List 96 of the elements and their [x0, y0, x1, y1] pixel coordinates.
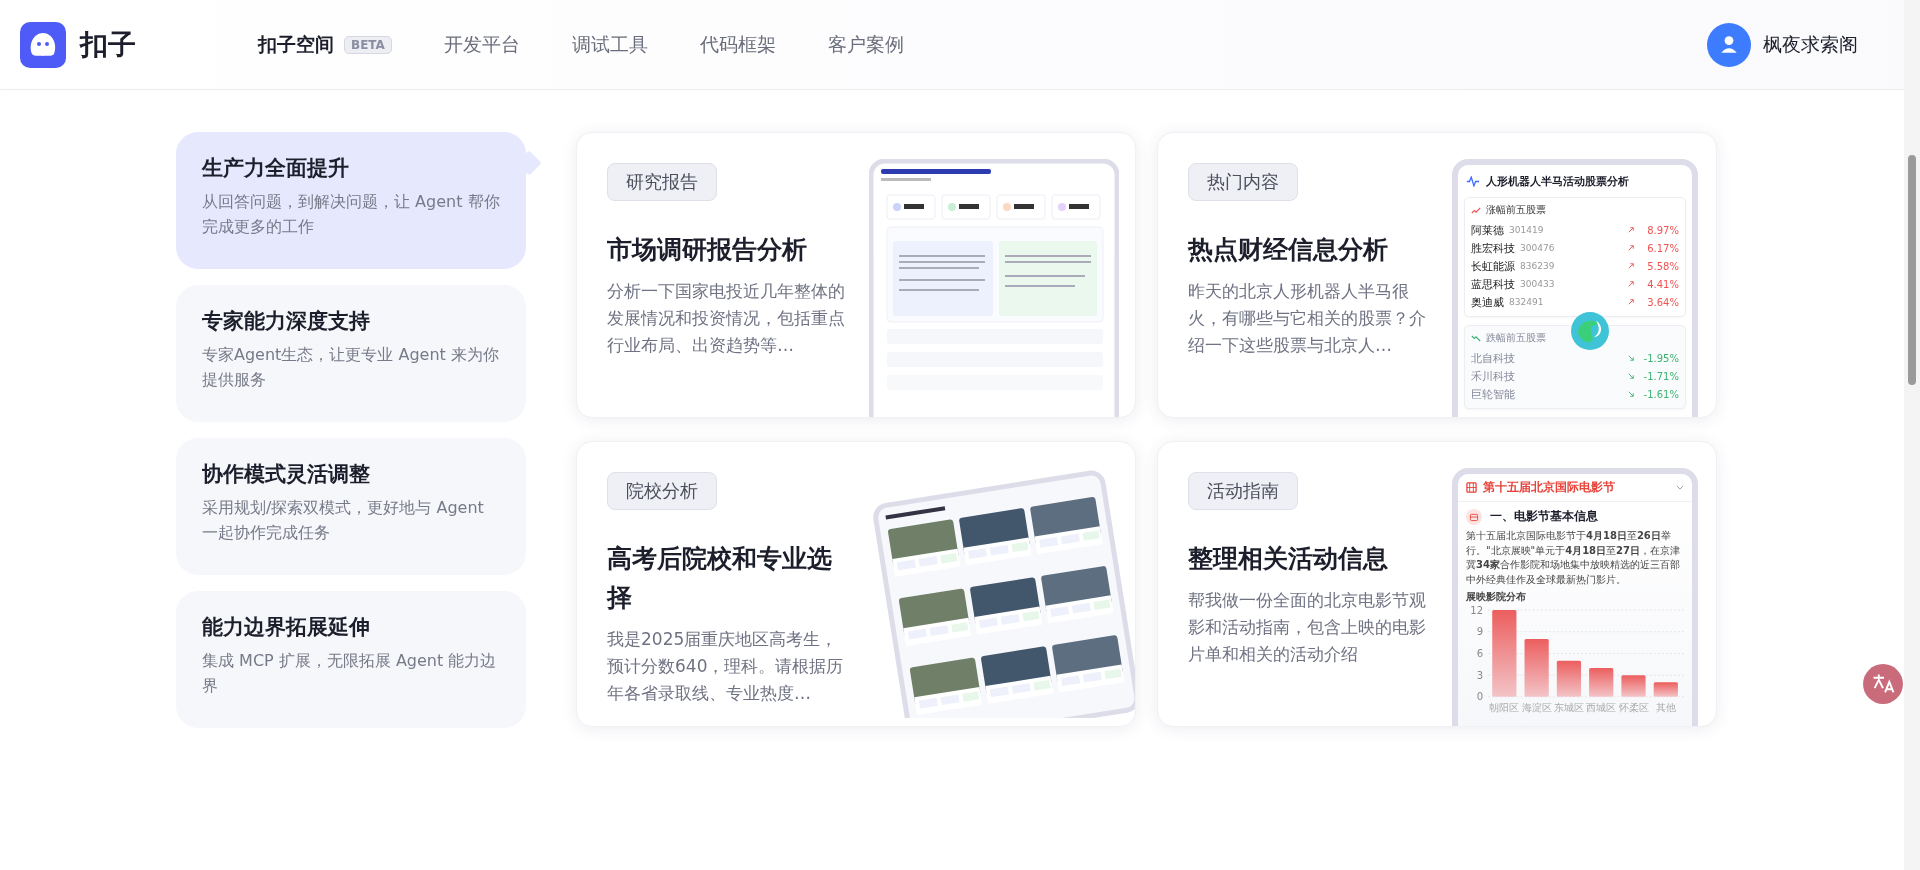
- arrow-icon: [1628, 299, 1634, 305]
- logo-text[interactable]: 扣子: [80, 25, 136, 64]
- stock-change: 5.58%: [1646, 260, 1679, 272]
- stock-name: 巨轮智能: [1471, 386, 1515, 402]
- case-description: 分析一下国家电投近几年整体的发展情况和投资情况，包括重点行业布局、出资趋势等…: [607, 279, 846, 358]
- chart-bar: [1524, 639, 1549, 697]
- feature-item[interactable]: 专家能力深度支持 专家Agent生态，让更专业 Agent 来为你提供服务: [176, 285, 526, 422]
- logo-icon[interactable]: [20, 21, 66, 68]
- stock-name: 阿莱德: [1471, 222, 1504, 238]
- case-tag: 院校分析: [607, 472, 717, 510]
- axis-category-label: 朝阳区: [1489, 701, 1520, 713]
- arrow-icon: [1628, 391, 1634, 397]
- chevron-down-icon[interactable]: [1676, 485, 1684, 490]
- case-tag: 研究报告: [607, 163, 717, 201]
- scrollbar[interactable]: [1904, 0, 1920, 870]
- preview-title: 人形机器人半马活动股票分析: [1486, 174, 1629, 189]
- feature-item[interactable]: 协作模式灵活调整 采用规划/探索双模式，更好地与 Agent 一起协作完成任务: [176, 438, 526, 575]
- case-title: 热点财经信息分析: [1188, 234, 1389, 266]
- stock-change: -1.61%: [1642, 388, 1679, 400]
- case-description: 帮我做一份全面的北京电影节观影和活动指南，包含上映的电影片单和相关的活动介绍: [1188, 588, 1427, 667]
- chart-title: 展映影院分布: [1466, 590, 1527, 604]
- stock-list-title: 涨幅前五股票: [1486, 203, 1546, 217]
- feature-description: 集成 MCP 扩展，无限拓展 Agent 能力边界: [202, 650, 498, 697]
- film-icon: [1466, 482, 1477, 493]
- chart-bar: [1653, 682, 1678, 697]
- nav-tab[interactable]: 客户案例: [827, 31, 904, 58]
- feature-title: 生产力全面提升: [202, 155, 350, 182]
- stock-name: 奥迪威: [1471, 294, 1504, 310]
- stock-list-title: 跌幅前五股票: [1486, 331, 1546, 345]
- stock-code: 832491: [1509, 297, 1544, 307]
- axis-category-label: 西城区: [1586, 701, 1617, 713]
- pulse-icon: [1466, 176, 1480, 187]
- arrow-icon: [1628, 281, 1634, 287]
- feature-description: 采用规划/探索双模式，更好地与 Agent 一起协作完成任务: [202, 497, 485, 544]
- stock-change: 6.17%: [1646, 242, 1679, 254]
- case-tag: 活动指南: [1188, 472, 1298, 510]
- chart-bar: [1556, 660, 1582, 697]
- case-title: 市场调研报告分析: [607, 234, 808, 266]
- case-card[interactable]: 院校分析 高考后院校和专业选择 我是2025届重庆地区高考生，预计分数640，理科。请根据历年各省录取线、专业热度…: [576, 441, 1136, 727]
- chart-bar: [1621, 675, 1646, 697]
- user-name[interactable]: 枫夜求索阁: [1763, 31, 1858, 58]
- stock-change: 4.41%: [1646, 278, 1679, 290]
- avatar-icon[interactable]: [1707, 22, 1751, 67]
- axis-category-label: 海淀区: [1521, 701, 1552, 713]
- stock-name: 胜宏科技: [1471, 240, 1515, 256]
- calendar-icon: [1466, 508, 1482, 525]
- case-description: 昨天的北京人形机器人半马很火，有哪些与它相关的股票？介绍一下这些股票与北京人…: [1188, 279, 1427, 358]
- arrow-icon: [1628, 227, 1634, 233]
- axis-tick-label: 9: [1476, 626, 1484, 638]
- feature-title: 能力边界拓展延伸: [202, 614, 371, 641]
- arrow-icon: [1628, 355, 1634, 361]
- stock-change: 8.97%: [1646, 224, 1679, 236]
- stock-name: 禾川科技: [1471, 368, 1515, 384]
- nav-tab[interactable]: 代码框架: [699, 31, 776, 58]
- case-description: 我是2025届重庆地区高考生，预计分数640，理科。请根据历年各省录取线、专业热度…: [607, 627, 845, 705]
- axis-tick-label: 3: [1476, 669, 1484, 681]
- case-title: 整理相关活动信息: [1188, 543, 1389, 575]
- axis-tick-label: 12: [1470, 604, 1484, 616]
- arrow-icon: [1628, 263, 1634, 269]
- section-title: 一、电影节基本信息: [1490, 508, 1598, 525]
- stock-code: 836239: [1520, 261, 1555, 271]
- festival-paragraph: 第十五届北京国际电影节于4月18日至26日举行。"北京展映"单元于4月18日至27日，在京津冀34家合作影院和场地集中放映精选的近三百部中外经典佳作及全球最新热门影片。: [1466, 529, 1681, 587]
- preview-title: 第十五届北京国际电影节: [1483, 479, 1615, 496]
- nav-tab[interactable]: 开发平台: [443, 31, 520, 58]
- stock-change: 3.64%: [1646, 296, 1679, 308]
- axis-category-label: 其他: [1655, 701, 1676, 713]
- axis-category-label: 东城区: [1553, 701, 1584, 713]
- nav-tab[interactable]: 调试工具: [571, 31, 648, 58]
- axis-tick-label: 0: [1476, 691, 1484, 703]
- feature-description: 从回答问题，到解决问题，让 Agent 帮你完成更多的工作: [202, 191, 501, 238]
- arrow-icon: [1628, 373, 1634, 379]
- stock-change: -1.95%: [1642, 352, 1679, 364]
- chart-bar: [1589, 667, 1614, 697]
- case-card[interactable]: 研究报告 市场调研报告分析 分析一下国家电投近几年整体的发展情况和投资情况，包括重点行业布局、出资趋势等…: [576, 132, 1136, 418]
- nav-tab[interactable]: 扣子空间 BETA: [258, 31, 392, 58]
- arrow-icon: [1628, 245, 1634, 251]
- swirl-logo-icon[interactable]: [1570, 311, 1610, 351]
- stock-name: 北自科技: [1471, 350, 1515, 366]
- case-title: 高考后院校和专业选择: [607, 543, 833, 614]
- translate-icon[interactable]: [1862, 663, 1904, 705]
- stock-change: -1.71%: [1642, 370, 1679, 382]
- beta-badge: BETA: [344, 35, 392, 54]
- case-tag: 热门内容: [1188, 163, 1298, 201]
- feature-title: 协作模式灵活调整: [202, 461, 371, 488]
- case-card[interactable]: [1157, 132, 1717, 418]
- feature-item[interactable]: 能力边界拓展延伸 集成 MCP 扩展，无限拓展 Agent 能力边界: [176, 591, 526, 728]
- feature-description: 专家Agent生态，让更专业 Agent 来为你提供服务: [202, 344, 500, 391]
- stock-code: 300476: [1520, 243, 1555, 253]
- axis-category-label: 怀柔区: [1618, 701, 1649, 713]
- axis-tick-label: 6: [1476, 648, 1484, 659]
- stock-code: 301419: [1509, 225, 1544, 235]
- case-card[interactable]: 活动指南 整理相关活动信息 帮我做一份全面的北京电影节观影和活动指南，包含上映的电影片单和相关的活动介绍 第十五届北京国际电影节 一、电影节基本信息 第十五届北京国际电影节于4月18日至26日举行。"北京展映"单元于4月18日至27日，在京津冀34家合作影院和场地集中放映精选的近三百部中外经典佳作及全球最新热门影片。 展映影院分布 0 3 6 9 12 朝阳区 海淀区 东城区 西城区 怀柔区 其他: [1157, 441, 1717, 727]
- stock-name: 蓝思科技: [1471, 276, 1515, 292]
- stock-name: 长虹能源: [1471, 258, 1515, 274]
- stock-code: 300433: [1520, 279, 1555, 289]
- feature-title: 专家能力深度支持: [202, 308, 371, 335]
